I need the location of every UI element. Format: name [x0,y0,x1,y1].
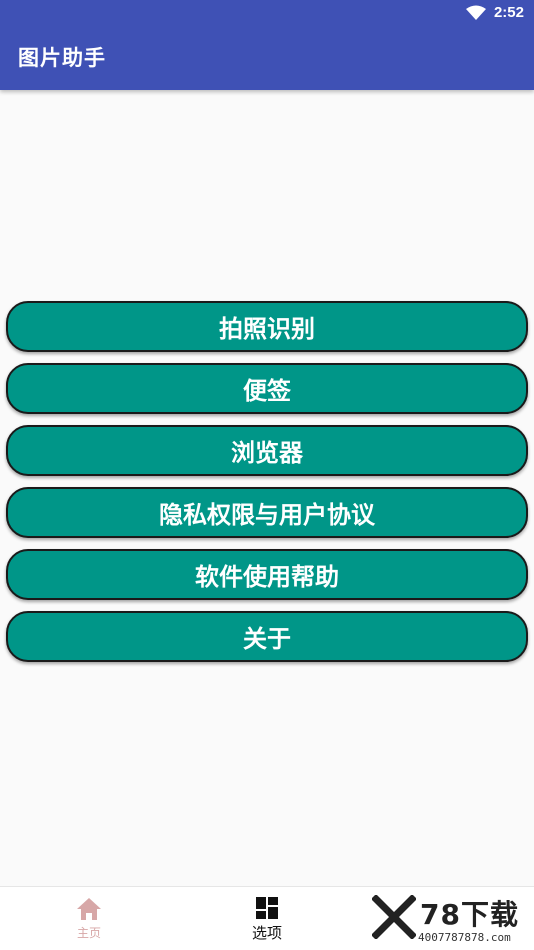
browser-button[interactable]: 浏览器 [6,425,528,476]
photo-recognition-button[interactable]: 拍照识别 [6,301,528,352]
wifi-icon [465,5,486,20]
nav-options[interactable]: 选项 [178,887,356,950]
status-time: 2:52 [493,4,524,21]
nav-options-label: 选项 [251,924,282,942]
status-right: 2:52 [465,4,524,21]
nav-home-label: 主页 [76,926,101,940]
grid-icon [256,897,278,919]
status-bar: 2:52 [0,0,534,28]
logo-icon [372,895,416,939]
privacy-agreement-button[interactable]: 隐私权限与用户协议 [6,487,528,538]
app-bar: 2:52 图片助手 [0,0,534,90]
home-icon [77,898,101,920]
about-button[interactable]: 关于 [6,611,528,662]
nav-home[interactable]: 主页 [0,887,178,950]
feature-menu: 拍照识别 便签 浏览器 隐私权限与用户协议 软件使用帮助 关于 [6,301,528,662]
app-title: 图片助手 [18,46,106,70]
help-button[interactable]: 软件使用帮助 [6,549,528,600]
watermark: 78下载 4007787878.com [368,887,534,949]
watermark-url: 4007787878.com [418,931,511,944]
notes-button[interactable]: 便签 [6,363,528,414]
main-content: 拍照识别 便签 浏览器 隐私权限与用户协议 软件使用帮助 关于 [0,90,534,886]
watermark-text: 78下载 [420,898,519,931]
